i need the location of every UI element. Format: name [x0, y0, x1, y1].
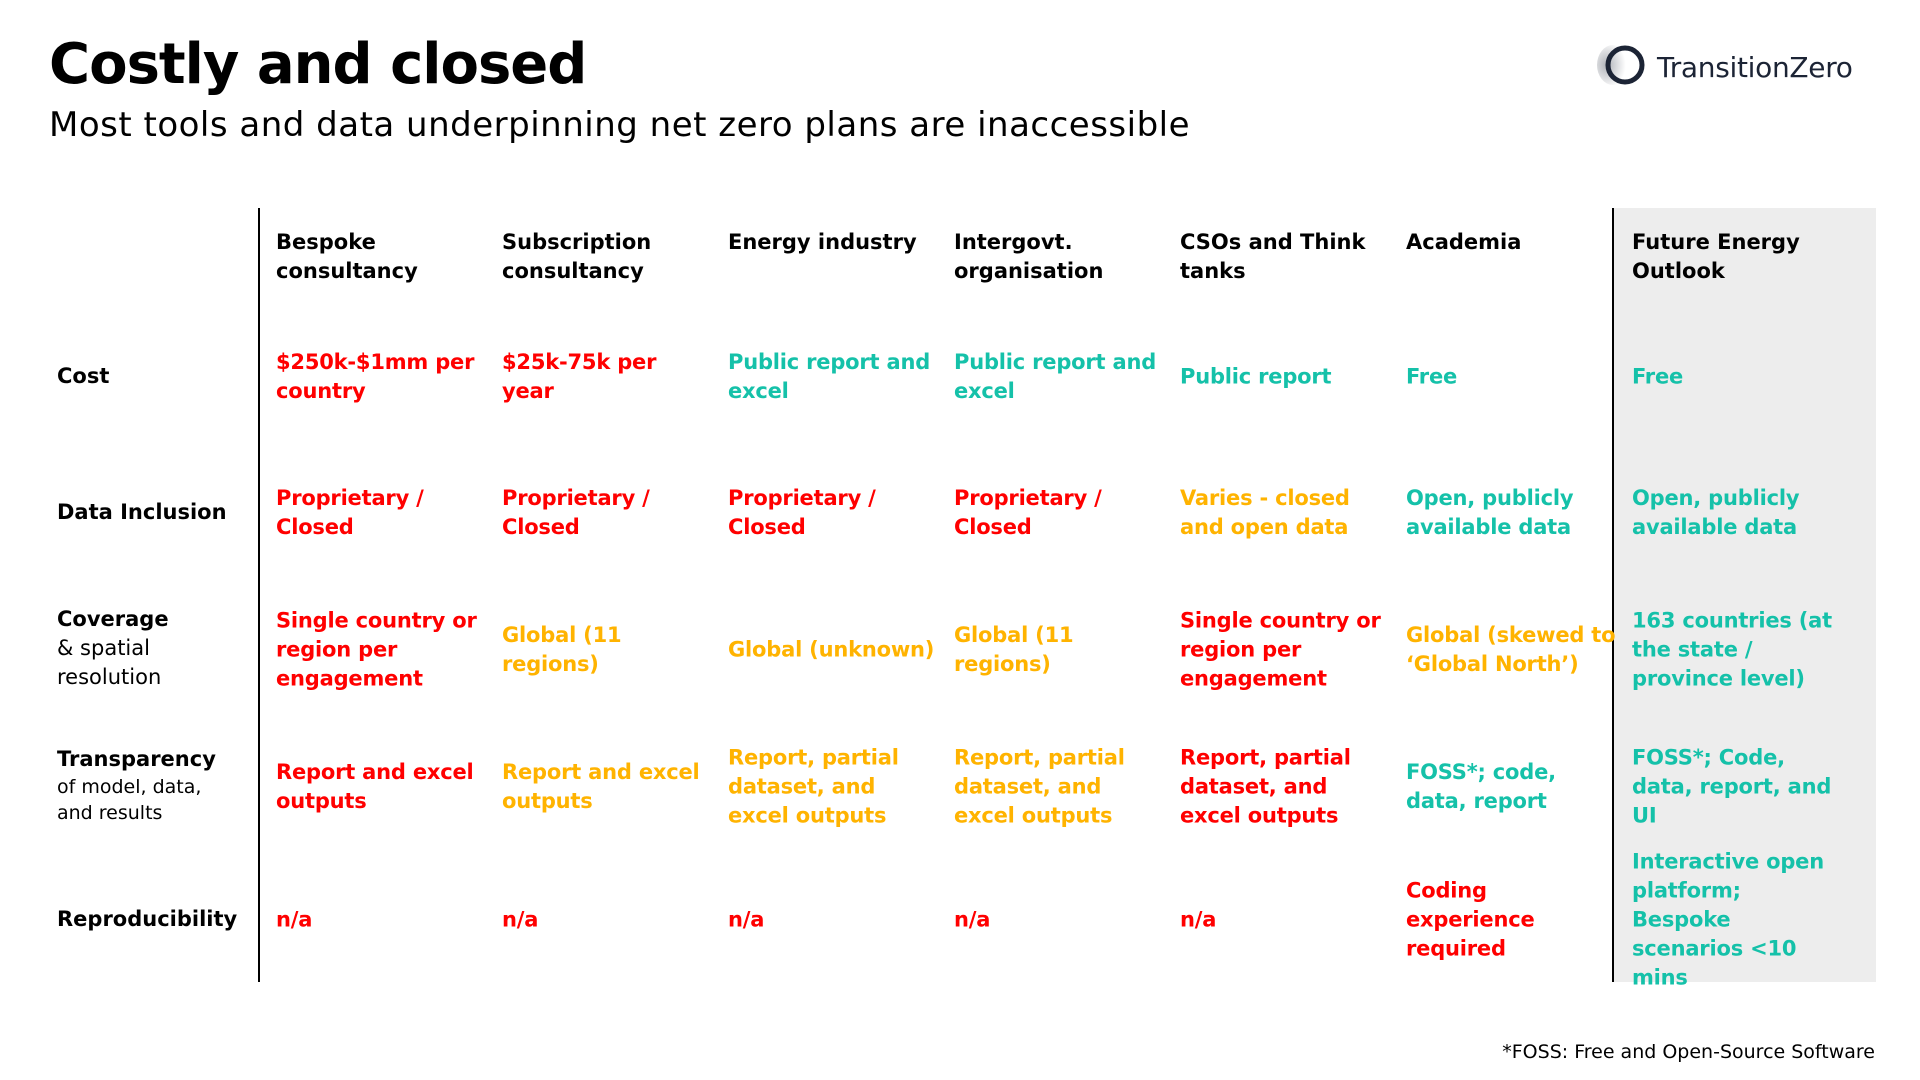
column-header: Academia — [1406, 230, 1522, 254]
row-label: Reproducibility — [57, 905, 237, 934]
ring-logo-icon — [1597, 40, 1647, 94]
table-cell: Public report and excel — [954, 350, 1157, 403]
table-cell: Varies - closed and open data — [1180, 486, 1350, 539]
table-cell: n/a — [728, 907, 765, 932]
table-cell: Single country or region per engagement — [1180, 608, 1381, 691]
row-label: Data Inclusion — [57, 498, 227, 527]
table-cell: Coding experience required — [1406, 878, 1535, 961]
highlight-column-divider — [1612, 208, 1614, 982]
row-label-main: Transparency — [57, 747, 216, 771]
table-cell: Public report and excel — [728, 350, 931, 403]
column-header: CSOs and Think tanks — [1180, 230, 1366, 283]
row-label-main: Data Inclusion — [57, 500, 227, 524]
page-title: Costly and closed — [49, 32, 587, 97]
column-header: Subscription consultancy — [502, 230, 652, 283]
table-cell: Proprietary / Closed — [502, 486, 650, 539]
table-cell: Single country or region per engagement — [276, 608, 477, 691]
column-header: Bespoke consultancy — [276, 230, 418, 283]
table-cell: Proprietary / Closed — [728, 486, 876, 539]
table-cell: n/a — [954, 907, 991, 932]
page-subtitle: Most tools and data underpinning net zer… — [49, 105, 1191, 145]
column-header: Intergovt. organisation — [954, 230, 1104, 283]
row-label: Transparency of model, data, and results — [57, 745, 227, 826]
table-cell: Open, publicly available data — [1632, 486, 1800, 539]
column-header: Energy industry — [728, 230, 917, 254]
table-cell: Report, partial dataset, and excel outpu… — [1180, 745, 1351, 828]
table-cell: Global (11 regions) — [502, 623, 622, 676]
table-cell: Report, partial dataset, and excel outpu… — [728, 745, 899, 828]
table-cell: 163 countries (at the state / province l… — [1632, 608, 1832, 691]
table-cell: Global (11 regions) — [954, 623, 1074, 676]
row-label-sub: of model, data, and results — [57, 776, 202, 824]
row-label-main: Cost — [57, 364, 110, 388]
table-cell: Interactive open platform; Bespoke scena… — [1632, 849, 1824, 990]
table-cell: FOSS*; code, data, report — [1406, 760, 1556, 813]
row-label: Cost — [57, 362, 109, 391]
table-cell: Public report — [1180, 364, 1332, 389]
table-cell: Proprietary / Closed — [954, 486, 1102, 539]
table-cell: Global (unknown) — [728, 637, 935, 662]
table-cell: $250k-$1mm per country — [276, 350, 475, 403]
table-cell: Global (skewed to ‘Global North’) — [1406, 623, 1616, 676]
row-label: Coverage & spatial resolution — [57, 605, 187, 692]
logo-text: TransitionZero — [1657, 50, 1853, 84]
footnote: *FOSS: Free and Open-Source Software — [1502, 1041, 1875, 1063]
table-cell: Report, partial dataset, and excel outpu… — [954, 745, 1125, 828]
row-label-divider — [258, 208, 260, 982]
table-cell: Report and excel outputs — [502, 760, 700, 813]
table-cell: n/a — [276, 907, 313, 932]
table-cell: Free — [1406, 364, 1458, 389]
row-label-main: Reproducibility — [57, 907, 238, 931]
transitionzero-logo: TransitionZero — [1597, 40, 1853, 94]
table-cell: n/a — [502, 907, 539, 932]
table-cell: $25k-75k per year — [502, 350, 657, 403]
row-label-main: Coverage — [57, 607, 169, 631]
table-cell: Free — [1632, 364, 1684, 389]
table-cell: Report and excel outputs — [276, 760, 474, 813]
row-label-sub: & spatial resolution — [57, 636, 162, 689]
table-cell: Proprietary / Closed — [276, 486, 424, 539]
column-header: Future Energy Outlook — [1632, 230, 1800, 283]
table-cell: Open, publicly available data — [1406, 486, 1574, 539]
table-cell: n/a — [1180, 907, 1217, 932]
table-cell: FOSS*; Code, data, report, and UI — [1632, 745, 1832, 828]
